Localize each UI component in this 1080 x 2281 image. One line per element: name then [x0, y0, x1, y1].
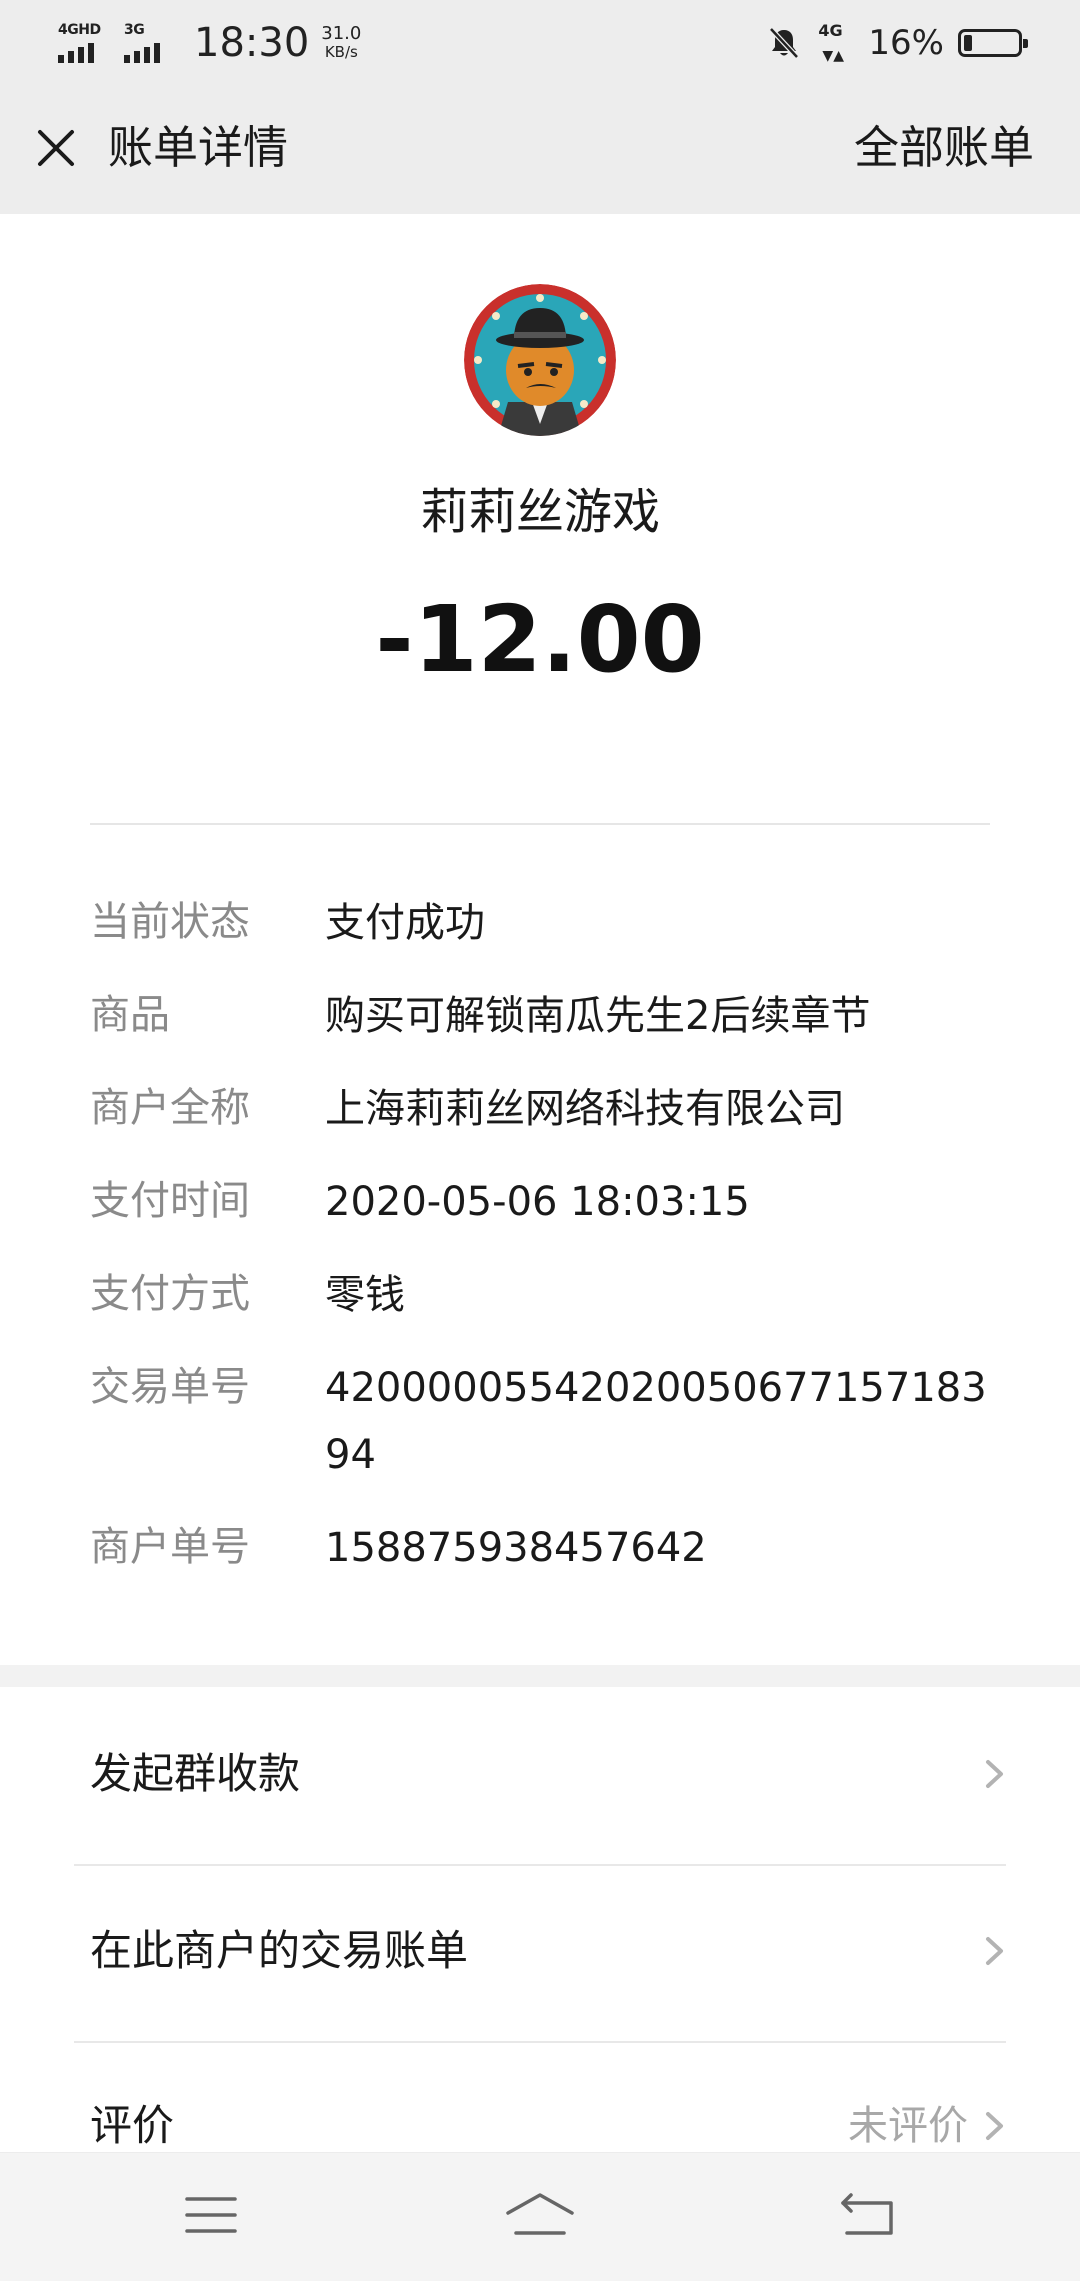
- detail-row-payment-method: 支付方式 零钱: [90, 1262, 990, 1329]
- nav-bar: 账单详情 全部账单: [0, 84, 1080, 214]
- merchant-bills-row[interactable]: 在此商户的交易账单: [0, 1891, 1080, 2011]
- back-icon[interactable]: [829, 2183, 909, 2247]
- detail-label: 当前状态: [90, 899, 250, 945]
- status-bar-right: 4G ▼▲ 16%: [766, 18, 1028, 68]
- merchant-logo-image: [464, 284, 616, 436]
- row-divider: [74, 2041, 1006, 2043]
- menu-icon[interactable]: [171, 2183, 251, 2247]
- detail-row-merchant-full-name: 商户全称 上海莉莉丝网络科技有限公司: [90, 1076, 990, 1143]
- group-collect-label: 发起群收款: [90, 1749, 301, 1798]
- signal-4ghd-icon: 4GHD: [58, 23, 106, 63]
- detail-value: 158875938457642: [325, 1525, 707, 1571]
- network-speed-unit: KB/s: [324, 43, 358, 61]
- network-type-label: 3G: [124, 22, 145, 38]
- chevron-right-icon: [986, 2112, 1003, 2140]
- all-bills-button[interactable]: 全部账单: [854, 118, 1034, 178]
- close-icon[interactable]: [28, 120, 84, 176]
- transaction-amount: -12.00: [375, 586, 705, 693]
- row-divider: [74, 1864, 1006, 1866]
- mobile-data-4g-icon: 4G ▼▲: [818, 21, 844, 64]
- chevron-right-icon: [986, 1760, 1003, 1788]
- detail-row-status: 当前状态 支付成功: [90, 890, 990, 957]
- detail-value: 4200000554202005067715718394: [325, 1365, 987, 1478]
- merchant-name: 莉莉丝游戏: [419, 484, 660, 540]
- battery-percent: 16%: [868, 23, 944, 63]
- bell-off-icon: [769, 27, 800, 59]
- detail-value: 零钱: [325, 1272, 405, 1318]
- status-time: 18:30: [194, 20, 310, 66]
- chevron-right-icon: [986, 1937, 1003, 1965]
- detail-row-merchant-order-id: 商户单号 158875938457642: [90, 1515, 990, 1582]
- review-label: 评价: [90, 2101, 175, 2150]
- network-speed: 31.0 KB/s: [321, 23, 362, 62]
- group-collect-row[interactable]: 发起群收款: [0, 1714, 1080, 1834]
- detail-label: 支付方式: [90, 1271, 250, 1317]
- detail-value: 2020-05-06 18:03:15: [325, 1179, 750, 1225]
- system-navigation-bar: [0, 2152, 1080, 2281]
- divider: [90, 823, 990, 825]
- battery-fill: [964, 35, 972, 51]
- review-status: 未评价: [848, 2103, 968, 2149]
- network-type-label: 4GHD: [58, 22, 101, 38]
- detail-value: 支付成功: [325, 900, 485, 946]
- detail-label: 交易单号: [90, 1364, 250, 1410]
- detail-row-transaction-id: 交易单号 4200000554202005067715718394: [90, 1355, 990, 1489]
- detail-label: 商户单号: [90, 1524, 250, 1570]
- home-icon[interactable]: [500, 2183, 580, 2247]
- detail-label: 商户全称: [90, 1085, 250, 1131]
- merchant-bills-label: 在此商户的交易账单: [90, 1926, 469, 1975]
- detail-label: 支付时间: [90, 1178, 250, 1224]
- detail-value: 购买可解锁南瓜先生2后续章节: [325, 993, 871, 1039]
- merchant-avatar: [464, 284, 616, 436]
- detail-label: 商品: [90, 992, 170, 1038]
- page-title: 账单详情: [108, 121, 289, 174]
- status-bar-left: 4GHD 3G 18:30 31.0 KB/s: [58, 18, 361, 68]
- network-type-label: 4G: [818, 21, 843, 40]
- transaction-details: 当前状态 支付成功 商品 购买可解锁南瓜先生2后续章节 商户全称 上海莉莉丝网络…: [90, 890, 990, 1608]
- detail-row-payment-time: 支付时间 2020-05-06 18:03:15: [90, 1169, 990, 1236]
- battery-icon: [958, 29, 1028, 57]
- detail-value: 上海莉莉丝网络科技有限公司: [325, 1086, 845, 1132]
- detail-row-product: 商品 购买可解锁南瓜先生2后续章节: [90, 983, 990, 1050]
- signal-3g-icon: 3G: [124, 23, 172, 63]
- section-separator: [0, 1665, 1080, 1687]
- network-speed-value: 31.0: [321, 23, 362, 44]
- status-bar: 4GHD 3G 18:30 31.0 KB/s 4G ▼▲ 16%: [0, 0, 1080, 84]
